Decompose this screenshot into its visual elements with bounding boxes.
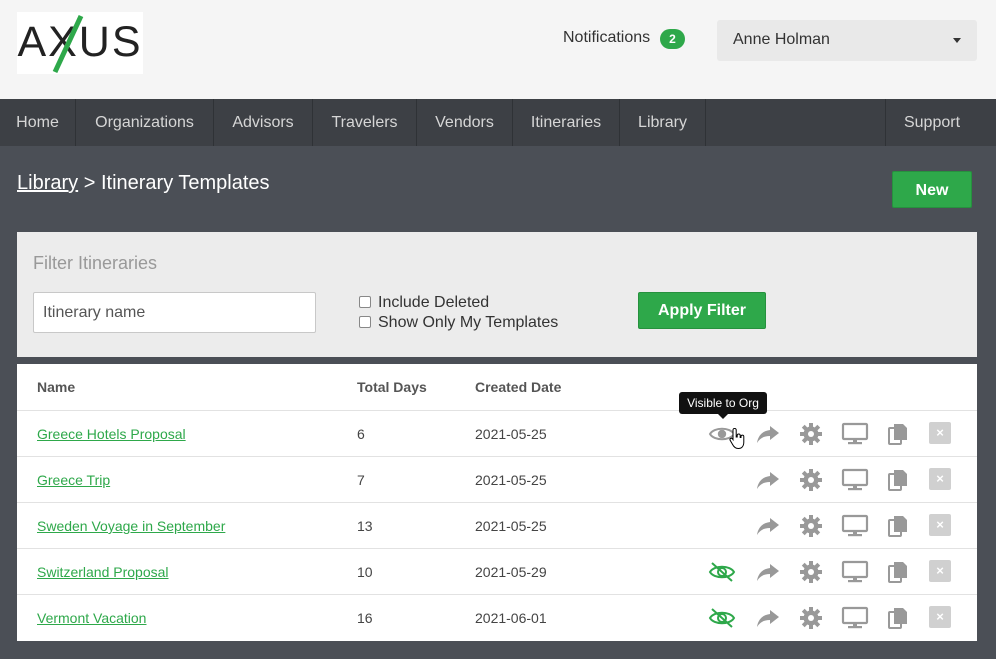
eye-slash-icon[interactable]: [708, 606, 736, 630]
total-days-cell: 13: [357, 518, 373, 534]
created-date-cell: 2021-06-01: [475, 610, 547, 626]
delete-icon[interactable]: ×: [929, 606, 951, 628]
monitor-icon[interactable]: [841, 560, 869, 584]
show-only-mine-label: Show Only My Templates: [378, 314, 559, 331]
share-icon[interactable]: [755, 560, 781, 584]
tooltip-arrow: [718, 414, 728, 419]
breadcrumb-separator: >: [83, 172, 96, 194]
table-row: Greece Trip 7 2021-05-25 ×: [17, 456, 977, 502]
monitor-icon[interactable]: [841, 422, 869, 446]
nav-item-library[interactable]: Library: [620, 99, 706, 146]
axus-logo[interactable]: AXUS: [17, 12, 143, 74]
created-date-cell: 2021-05-25: [475, 472, 547, 488]
created-date-cell: 2021-05-29: [475, 564, 547, 580]
gear-icon[interactable]: [799, 514, 825, 538]
copy-icon[interactable]: [886, 560, 912, 584]
table-row: Vermont Vacation 16 2021-06-01 ×: [17, 594, 977, 640]
delete-icon[interactable]: ×: [929, 560, 951, 582]
share-icon[interactable]: [755, 606, 781, 630]
delete-icon[interactable]: ×: [929, 514, 951, 536]
template-name-link[interactable]: Vermont Vacation: [37, 610, 146, 626]
monitor-icon[interactable]: [841, 468, 869, 492]
user-menu-dropdown[interactable]: Anne Holman: [717, 20, 977, 61]
show-only-mine-checkbox[interactable]: [359, 316, 371, 328]
share-icon[interactable]: [755, 468, 781, 492]
copy-icon[interactable]: [886, 468, 912, 492]
notifications-count-badge[interactable]: 2: [660, 29, 685, 49]
logo-slash-icon: [52, 14, 84, 74]
nav-item-vendors[interactable]: Vendors: [417, 99, 513, 146]
new-template-button[interactable]: New: [892, 171, 972, 208]
template-name-link[interactable]: Greece Hotels Proposal: [37, 426, 186, 442]
table-row: Sweden Voyage in September 13 2021-05-25 ×: [17, 502, 977, 548]
app-header: AXUS Notifications 2 Anne Holman: [0, 0, 996, 99]
gear-icon[interactable]: [799, 422, 825, 446]
breadcrumb-library-link[interactable]: Library: [17, 172, 78, 194]
chevron-down-icon: [953, 38, 961, 43]
include-deleted-label: Include Deleted: [378, 294, 490, 311]
nav-item-support[interactable]: Support: [885, 99, 978, 146]
total-days-cell: 10: [357, 564, 373, 580]
created-date-cell: 2021-05-25: [475, 518, 547, 534]
share-icon[interactable]: [755, 422, 781, 446]
eye-slash-icon[interactable]: [708, 560, 736, 584]
copy-icon[interactable]: [886, 422, 912, 446]
delete-icon[interactable]: ×: [929, 422, 951, 444]
table-row: Greece Hotels Proposal 6 2021-05-25 ×: [17, 410, 977, 456]
copy-icon[interactable]: [886, 514, 912, 538]
total-days-cell: 16: [357, 610, 373, 626]
delete-icon[interactable]: ×: [929, 468, 951, 490]
main-nav: Home Organizations Advisors Travelers Ve…: [0, 99, 996, 146]
filter-title: Filter Itineraries: [33, 253, 158, 273]
gear-icon[interactable]: [799, 606, 825, 630]
nav-item-itineraries[interactable]: Itineraries: [513, 99, 620, 146]
total-days-cell: 6: [357, 426, 365, 442]
monitor-icon[interactable]: [841, 606, 869, 630]
template-name-link[interactable]: Switzerland Proposal: [37, 564, 169, 580]
share-icon[interactable]: [755, 514, 781, 538]
hand-cursor-icon: [729, 428, 745, 450]
template-name-link[interactable]: Sweden Voyage in September: [37, 518, 225, 534]
column-header-created-date[interactable]: Created Date: [475, 379, 561, 395]
nav-item-home[interactable]: Home: [0, 99, 76, 146]
include-deleted-checkbox[interactable]: [359, 296, 371, 308]
nav-item-organizations[interactable]: Organizations: [76, 99, 214, 146]
user-name: Anne Holman: [733, 31, 830, 48]
gear-icon[interactable]: [799, 560, 825, 584]
templates-table: Name Total Days Created Date Greece Hote…: [17, 364, 977, 641]
template-name-link[interactable]: Greece Trip: [37, 472, 110, 488]
column-header-total-days[interactable]: Total Days: [357, 379, 427, 395]
gear-icon[interactable]: [799, 468, 825, 492]
notifications-link[interactable]: Notifications: [563, 29, 650, 47]
created-date-cell: 2021-05-25: [475, 426, 547, 442]
table-row: Switzerland Proposal 10 2021-05-29 ×: [17, 548, 977, 594]
nav-item-travelers[interactable]: Travelers: [313, 99, 417, 146]
apply-filter-button[interactable]: Apply Filter: [638, 292, 766, 329]
visibility-tooltip: Visible to Org: [679, 392, 767, 414]
breadcrumb: Library > Itinerary Templates: [17, 172, 270, 195]
copy-icon[interactable]: [886, 606, 912, 630]
page-title: Itinerary Templates: [100, 172, 270, 194]
nav-item-advisors[interactable]: Advisors: [214, 99, 313, 146]
column-header-name[interactable]: Name: [37, 379, 75, 395]
itinerary-name-input[interactable]: Itinerary name: [33, 292, 316, 333]
monitor-icon[interactable]: [841, 514, 869, 538]
total-days-cell: 7: [357, 472, 365, 488]
filter-panel: Filter Itineraries Itinerary name Includ…: [17, 232, 977, 357]
